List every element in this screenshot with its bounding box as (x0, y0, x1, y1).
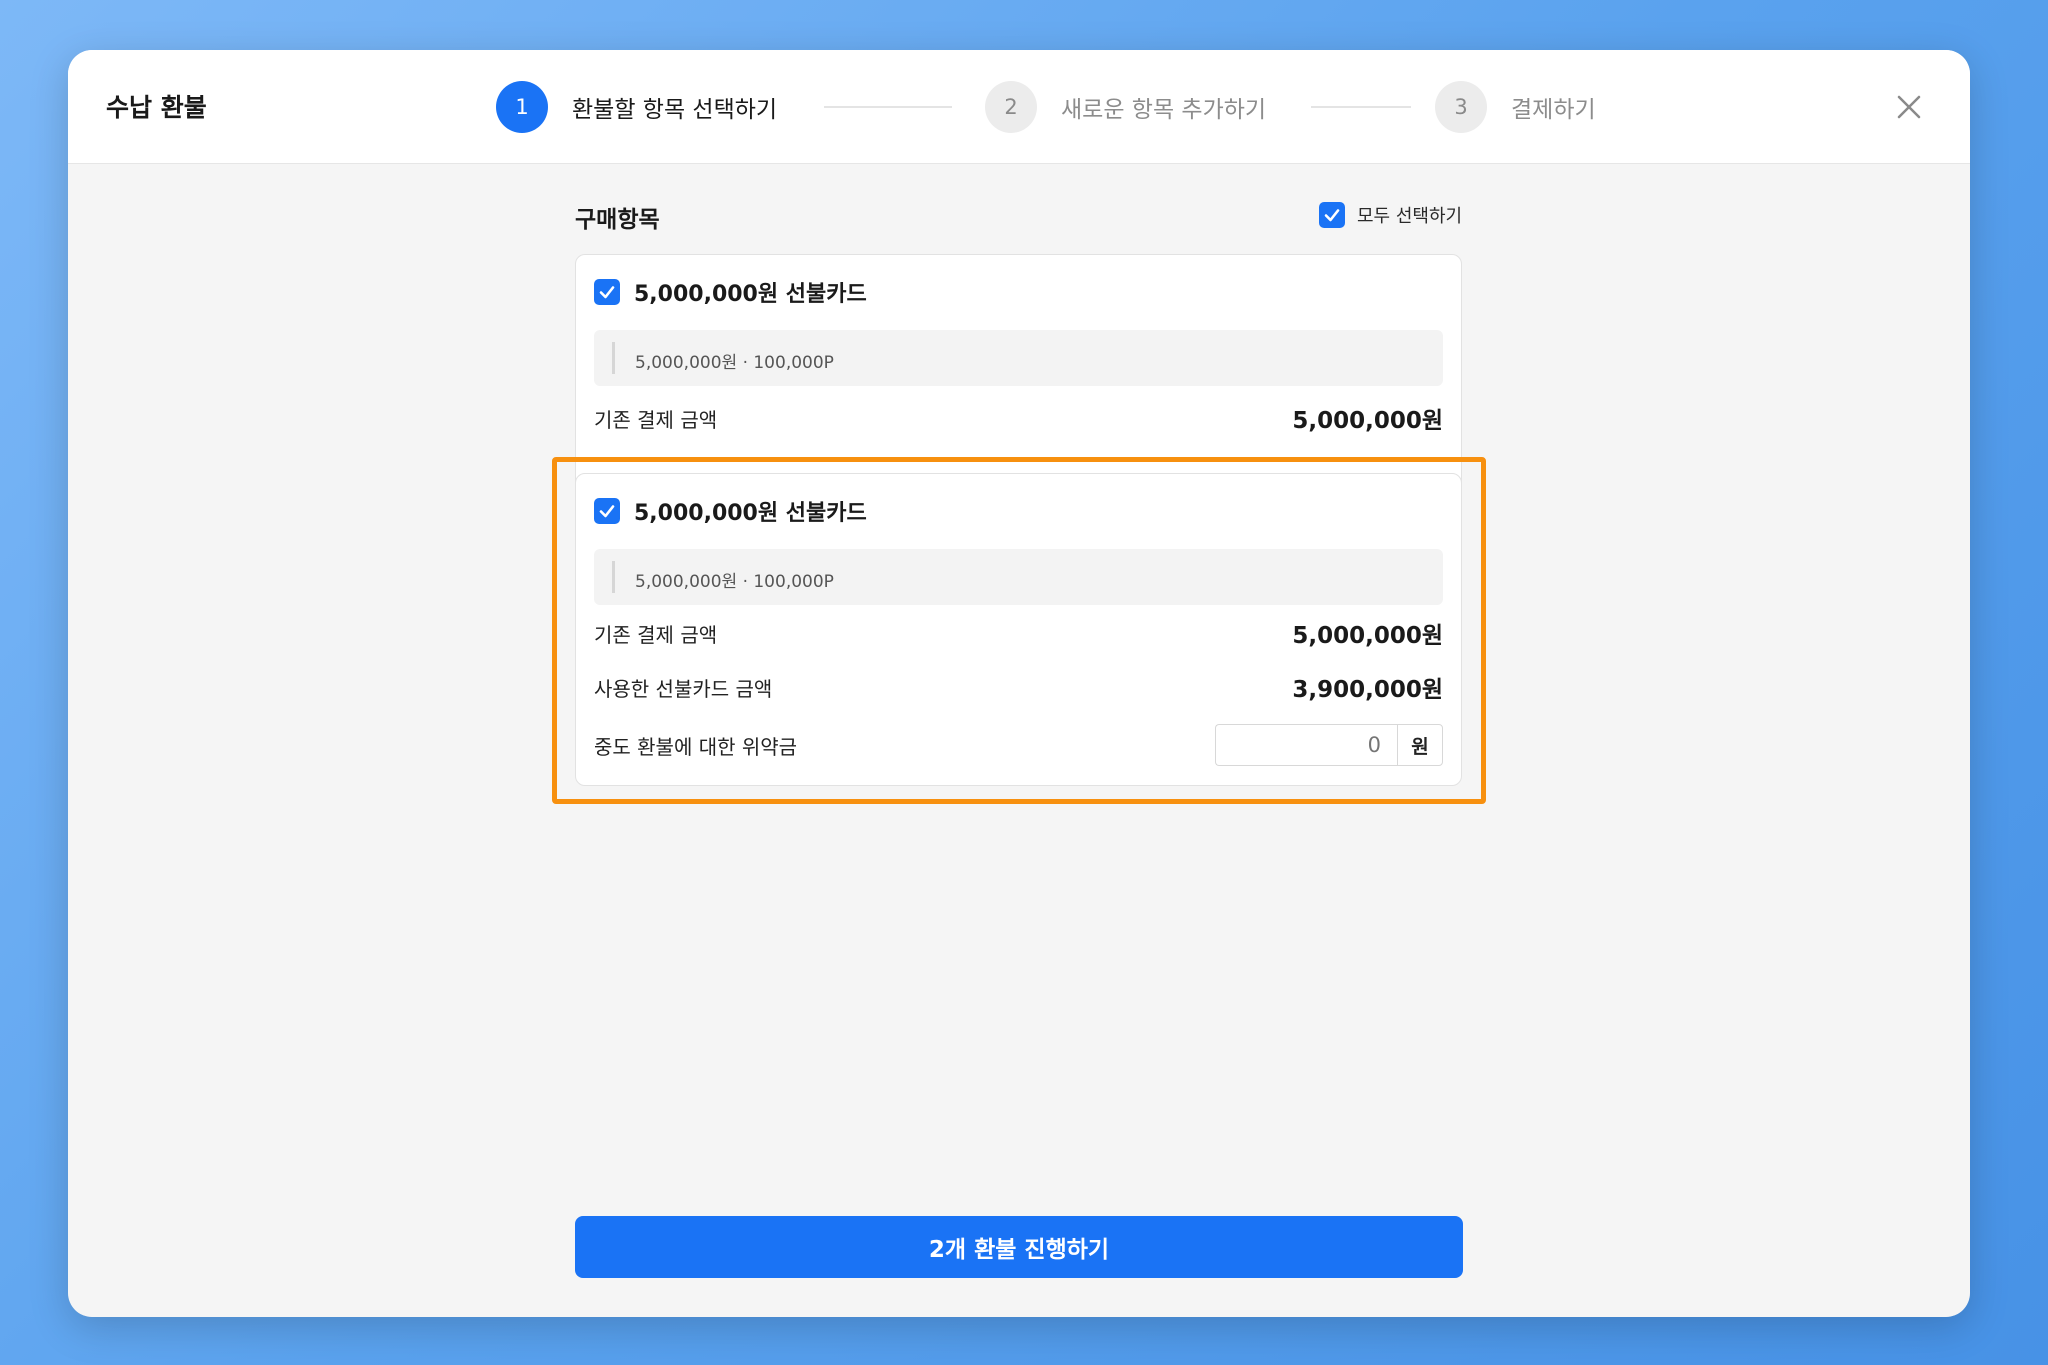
step-connector (1311, 106, 1411, 108)
original-payment-label: 기존 결제 금액 (594, 407, 718, 432)
original-payment-value: 5,000,000원 (1292, 623, 1443, 649)
section-title: 구매항목 (575, 207, 660, 233)
select-all-toggle[interactable]: 모두 선택하기 (1319, 202, 1462, 228)
close-button[interactable] (1892, 90, 1926, 124)
used-amount-value: 3,900,000원 (1292, 677, 1443, 703)
checkmark-icon (599, 505, 615, 518)
proceed-refund-button[interactable]: 2개 환불 진행하기 (575, 1216, 1463, 1278)
step-2-label: 새로운 항목 추가하기 (1061, 97, 1267, 123)
meta-divider (612, 342, 615, 374)
item-checkbox[interactable] (594, 498, 620, 524)
purchase-item-card: 5,000,000원 선불카드 5,000,000원 · 100,000P 기존… (575, 254, 1462, 496)
close-icon (1897, 95, 1921, 119)
original-payment-row: 기존 결제 금액 5,000,000원 (594, 401, 1443, 435)
penalty-row: 중도 환불에 대한 위약금 원 (594, 724, 1443, 766)
penalty-input-group: 원 (1215, 724, 1443, 766)
item-name: 5,000,000원 선불카드 (634, 501, 867, 526)
purchase-item-card: 5,000,000원 선불카드 5,000,000원 · 100,000P 기존… (575, 473, 1462, 786)
step-3-number: 3 (1435, 81, 1487, 133)
item-meta-text: 5,000,000원 · 100,000P (635, 572, 834, 592)
penalty-unit: 원 (1397, 724, 1443, 766)
item-header: 5,000,000원 선불카드 (594, 495, 867, 527)
select-all-label: 모두 선택하기 (1357, 206, 1463, 227)
original-payment-value: 5,000,000원 (1292, 408, 1443, 434)
item-checkbox[interactable] (594, 279, 620, 305)
item-meta-text: 5,000,000원 · 100,000P (635, 353, 834, 373)
step-2-number: 2 (985, 81, 1037, 133)
item-header: 5,000,000원 선불카드 (594, 276, 867, 308)
step-connector (824, 106, 952, 108)
step-2: 2 새로운 항목 추가하기 (985, 81, 1266, 133)
penalty-label: 중도 환불에 대한 위약금 (594, 734, 798, 759)
checkmark-icon (599, 286, 615, 299)
used-amount-row: 사용한 선불카드 금액 3,900,000원 (594, 670, 1443, 704)
modal-title: 수납 환불 (106, 93, 207, 122)
original-payment-label: 기존 결제 금액 (594, 622, 718, 647)
step-1-label: 환불할 항목 선택하기 (572, 97, 778, 123)
checkmark-icon (1324, 209, 1340, 222)
meta-divider (612, 561, 615, 593)
modal-header: 수납 환불 1 환불할 항목 선택하기 2 새로운 항목 추가하기 3 결제하기 (68, 50, 1970, 164)
step-1-number: 1 (496, 81, 548, 133)
item-meta: 5,000,000원 · 100,000P (594, 549, 1443, 605)
used-amount-label: 사용한 선불카드 금액 (594, 676, 773, 701)
original-payment-row: 기존 결제 금액 5,000,000원 (594, 616, 1443, 650)
step-3: 3 결제하기 (1435, 81, 1596, 133)
step-1: 1 환불할 항목 선택하기 (496, 81, 777, 133)
penalty-input[interactable] (1215, 724, 1397, 766)
step-3-label: 결제하기 (1511, 97, 1596, 123)
refund-modal: 수납 환불 1 환불할 항목 선택하기 2 새로운 항목 추가하기 3 결제하기… (68, 50, 1970, 1317)
item-name: 5,000,000원 선불카드 (634, 282, 867, 307)
select-all-checkbox[interactable] (1319, 202, 1345, 228)
item-meta: 5,000,000원 · 100,000P (594, 330, 1443, 386)
